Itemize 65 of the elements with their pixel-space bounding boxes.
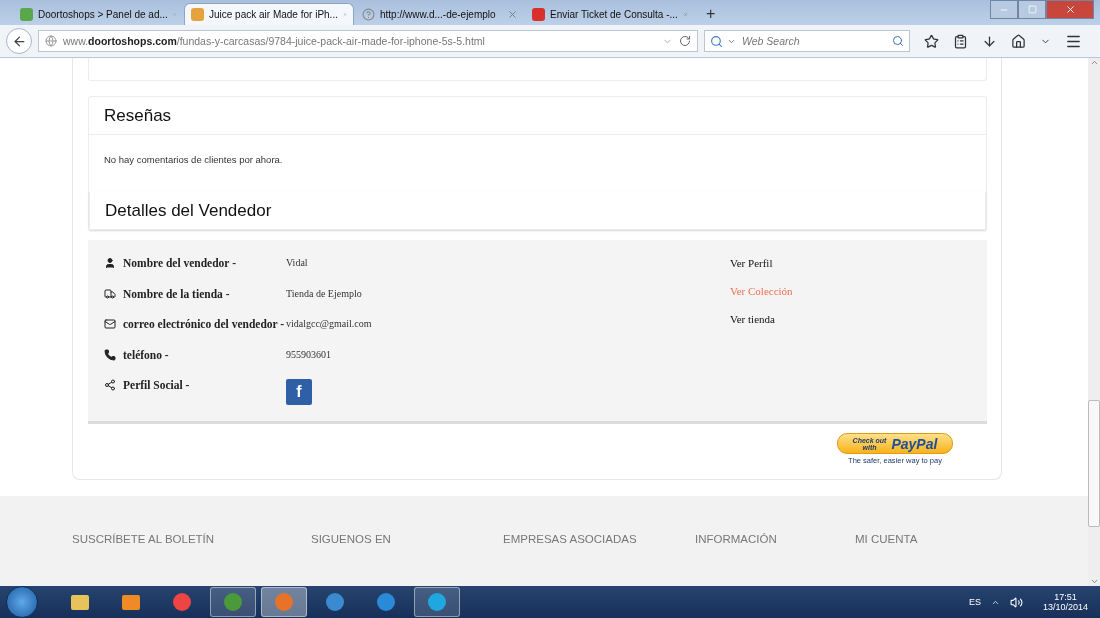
home-icon[interactable]: [1011, 33, 1026, 49]
footer-heading: INFORMACIÓN: [695, 533, 778, 547]
field-label: Perfil Social -: [123, 379, 191, 391]
section-title: Reseñas: [89, 97, 986, 135]
app-icon: [273, 591, 295, 613]
field-value: 955903601: [286, 348, 331, 360]
restore-icon: [1027, 5, 1037, 14]
section-title: Detalles del Vendedor: [104, 200, 273, 222]
field-value: Vidal: [286, 257, 308, 268]
browser-tab[interactable]: Doortoshops > Panel de ad...: [14, 3, 182, 25]
scroll-down-icon[interactable]: [1089, 577, 1099, 586]
app-icon: [426, 591, 448, 613]
globe-icon: [45, 35, 57, 47]
download-icon[interactable]: [982, 33, 997, 49]
footer-heading: SIGUENOS EN: [311, 533, 392, 547]
browser-tab[interactable]: Enviar Ticket de Consulta -...: [526, 3, 694, 25]
bookmark-star-icon[interactable]: [924, 33, 939, 49]
language-indicator[interactable]: ES: [968, 597, 981, 607]
share-icon: [104, 379, 116, 391]
field-label: teléfono -: [123, 348, 170, 361]
field-label: Nombre de la tienda -: [123, 287, 231, 300]
search-icon[interactable]: [892, 35, 904, 47]
site-icon: [191, 8, 204, 21]
app-icon: [171, 591, 193, 613]
app-icon: [222, 591, 244, 613]
site-icon: [20, 7, 33, 21]
scrollbar-thumb[interactable]: [1088, 400, 1100, 527]
field-label: Nombre del vendedor -: [123, 257, 237, 269]
new-tab-button[interactable]: +: [696, 5, 726, 25]
seller-link[interactable]: Ver tienda: [730, 313, 793, 329]
scroll-up-icon[interactable]: [1089, 58, 1099, 67]
browser-tab[interactable]: http://www.d...-de-ejemplo: [356, 3, 524, 25]
browser-tab[interactable]: Juice pack air Made for iPh...: [184, 3, 354, 25]
field-label: correo electrónico del vendedor -: [123, 318, 286, 330]
taskbar-app[interactable]: [210, 587, 256, 617]
facebook-button[interactable]: f: [286, 379, 312, 405]
close-icon[interactable]: [507, 8, 518, 20]
close-icon: [1064, 4, 1076, 15]
app-icon: [375, 591, 397, 613]
site-icon: [532, 7, 545, 21]
reviews-message: No hay comentarios de clientes por ahora.: [103, 153, 284, 167]
reload-icon[interactable]: [679, 35, 691, 47]
phone-icon: [104, 348, 116, 361]
search-engine-icon[interactable]: [710, 34, 723, 48]
question-mark-icon: [362, 7, 375, 21]
footer-heading: EMPRESAS ASOCIADAS: [503, 533, 638, 547]
restore-button[interactable]: [1018, 0, 1046, 19]
field-value: Tienda de Ejemplo: [286, 287, 362, 299]
address-bar[interactable]: www.doortoshops.com/fundas-y-carcasas/9784-juice-pack-air-made-for-iphone-5s-5.html: [38, 30, 698, 52]
field-value: vidalgcc@gmail.com: [286, 318, 372, 329]
clock[interactable]: 17:51 13/10/2014: [1042, 592, 1088, 612]
search-bar[interactable]: Web Search: [704, 30, 910, 52]
back-button[interactable]: [6, 28, 32, 54]
user-icon: [104, 257, 116, 269]
minimize-button[interactable]: [990, 0, 1018, 19]
start-button[interactable]: [6, 586, 38, 618]
taskbar-app[interactable]: [414, 587, 460, 617]
mail-icon: [104, 318, 116, 330]
clipboard-icon[interactable]: [953, 33, 968, 49]
volume-icon[interactable]: [1009, 595, 1023, 609]
search-field[interactable]: Web Search: [740, 34, 888, 48]
footer-heading: MI CUENTA: [855, 533, 919, 547]
app-icon: [324, 591, 346, 613]
seller-link[interactable]: Ver Perfil: [730, 257, 793, 273]
footer-heading: SUSCRÍBETE AL BOLETÍN: [72, 533, 216, 547]
